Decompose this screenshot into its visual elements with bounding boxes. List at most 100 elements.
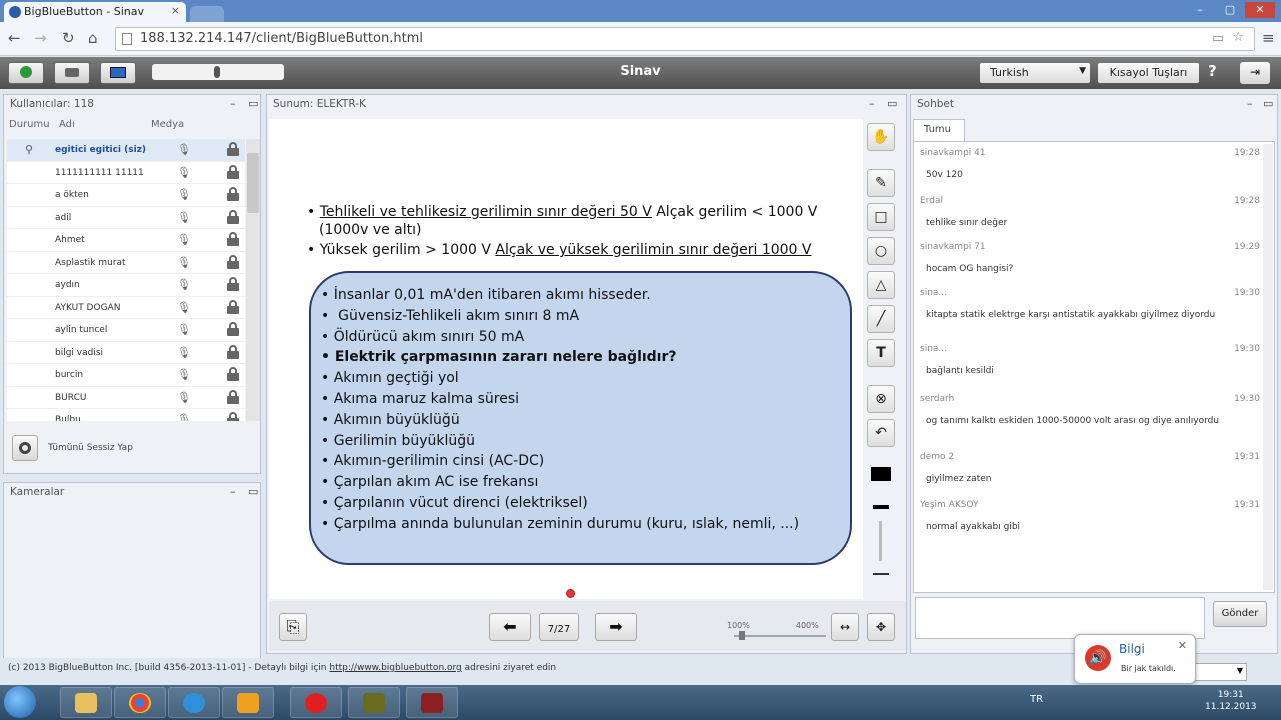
lock-icon[interactable] (227, 277, 239, 291)
microphone-icon[interactable]: 🎙 (177, 256, 191, 269)
chat-input[interactable] (915, 597, 1205, 639)
clear-board-icon[interactable]: ⊗ (867, 385, 895, 413)
ellipse-tool-icon[interactable]: ○ (867, 237, 895, 265)
text-tool-icon[interactable]: T (867, 339, 895, 367)
notification-balloon[interactable]: 🔊 Bilgi Bir jak takıldı. ✕ (1074, 634, 1196, 684)
user-row[interactable]: bilgi vadisi 🎙 (7, 342, 245, 364)
headset-button[interactable] (8, 62, 44, 84)
thickness-slider[interactable] (879, 521, 882, 561)
bookmark-star-icon[interactable]: ☆ (1232, 30, 1244, 45)
user-row[interactable]: BURCU 🎙 (7, 387, 245, 409)
user-row[interactable]: ⚲ egitici egitici (siz) 🎙 (7, 139, 245, 162)
browser-tab[interactable]: BigBlueButton - Sinav × (4, 2, 186, 22)
microphone-icon[interactable]: 🎙 (177, 233, 191, 246)
start-button[interactable] (4, 686, 36, 718)
cast-icon[interactable]: ▭ (1212, 31, 1224, 46)
new-tab-button[interactable] (190, 6, 224, 22)
user-row[interactable]: Ahmet 🎙 (7, 229, 245, 252)
upload-presentation-icon[interactable]: ⎘ (279, 613, 307, 641)
taskbar-ie[interactable] (168, 687, 220, 718)
user-row[interactable]: a ökten 🎙 (7, 184, 245, 207)
pan-hand-tool-icon[interactable]: ✋ (867, 123, 895, 151)
microphone-icon[interactable]: 🎙 (177, 143, 191, 156)
users-scroll-thumb[interactable] (247, 153, 259, 213)
undo-icon[interactable]: ↶ (867, 419, 895, 447)
user-row[interactable]: burcin 🎙 (7, 364, 245, 387)
minimize-icon[interactable]: – (869, 97, 875, 110)
microphone-icon[interactable]: 🎙 (177, 323, 191, 336)
page-number-button[interactable]: 7/27 (539, 613, 579, 641)
slide-canvas[interactable]: • Tehlikeli ve tehlikesiz gerilimin sını… (269, 119, 863, 599)
col-name[interactable]: Adı (59, 119, 75, 130)
reload-icon[interactable]: ↻ (62, 29, 75, 47)
lock-icon[interactable] (227, 209, 239, 224)
microphone-icon[interactable]: 🎙 (177, 346, 191, 359)
back-arrow-icon[interactable]: ← (8, 29, 21, 47)
window-maximize-button[interactable]: ▢ (1215, 2, 1245, 18)
microphone-icon[interactable]: 🎙 (177, 166, 191, 179)
home-icon[interactable]: ⌂ (88, 29, 98, 47)
microphone-icon[interactable]: 🎙 (177, 413, 191, 421)
user-row[interactable]: Asplastik murat 🎙 (7, 252, 245, 274)
lock-icon[interactable] (227, 299, 239, 314)
lock-icon[interactable] (227, 164, 239, 179)
tab-close-icon[interactable]: × (171, 4, 180, 17)
lock-icon[interactable] (227, 412, 239, 421)
address-bar[interactable]: 188.132.214.147/client/BigBlueButton.htm… (115, 27, 1255, 51)
menu-icon[interactable]: ≡ (1262, 29, 1275, 47)
zoom-slider-knob[interactable] (739, 631, 745, 640)
mic-level-bar[interactable] (152, 64, 284, 80)
taskbar-clock[interactable]: 19:31 11.12.2013 (1205, 689, 1257, 713)
user-row[interactable]: AYKUT DOGAN 🎙 (7, 297, 245, 319)
tray-language[interactable]: TR (1030, 694, 1043, 705)
lock-icon[interactable] (227, 389, 239, 404)
maximize-icon[interactable]: ▭ (1263, 97, 1273, 110)
lock-icon[interactable] (227, 344, 239, 359)
minimize-icon[interactable]: – (1247, 97, 1253, 110)
microphone-icon[interactable]: 🎙 (177, 368, 191, 381)
webcam-button[interactable] (54, 62, 90, 84)
next-slide-button[interactable]: ➡ (595, 613, 637, 641)
lock-icon[interactable] (227, 187, 239, 201)
logout-button[interactable]: ⇥ (1240, 62, 1270, 84)
maximize-icon[interactable]: ▭ (248, 485, 258, 498)
desktop-share-button[interactable] (100, 62, 136, 84)
user-row[interactable]: aylin tuncel 🎙 (7, 319, 245, 342)
fit-width-icon[interactable]: ↔ (831, 613, 859, 641)
window-minimize-button[interactable]: – (1185, 2, 1215, 18)
lock-icon[interactable] (227, 142, 239, 156)
shortcut-keys-button[interactable]: Kısayol Tuşları (1098, 63, 1199, 83)
user-row[interactable]: 1111111111 11111 🎙 (7, 162, 245, 184)
microphone-icon[interactable]: 🎙 (177, 301, 191, 314)
forward-arrow-icon[interactable]: → (34, 29, 47, 47)
lock-icon[interactable] (227, 232, 239, 246)
user-row[interactable]: Bulbu 🎙 (7, 409, 245, 421)
taskbar-chrome[interactable] (114, 687, 166, 718)
color-picker[interactable] (871, 467, 891, 481)
footer-link[interactable]: http://www.bigbluebutton.org (329, 663, 461, 673)
language-select[interactable]: Turkish ▼ (980, 63, 1090, 83)
taskbar-yandex[interactable] (290, 687, 342, 718)
microphone-icon[interactable]: 🎙 (177, 391, 191, 404)
triangle-tool-icon[interactable]: △ (867, 271, 895, 299)
pencil-tool-icon[interactable]: ✎ (867, 169, 895, 197)
microphone-icon[interactable]: 🎙 (177, 211, 191, 224)
maximize-icon[interactable]: ▭ (887, 97, 897, 110)
minimize-icon[interactable]: – (230, 97, 236, 110)
microphone-icon[interactable]: 🎙 (177, 188, 191, 201)
microphone-icon[interactable]: 🎙 (177, 278, 191, 291)
taskbar-app2[interactable] (406, 687, 458, 718)
minimize-icon[interactable]: – (230, 485, 236, 498)
help-button[interactable]: ? (1208, 62, 1217, 80)
send-button[interactable]: Gönder (1213, 601, 1267, 627)
zoom-slider-track[interactable] (734, 635, 826, 637)
maximize-icon[interactable]: ▭ (248, 97, 258, 110)
window-close-button[interactable]: ✕ (1245, 2, 1275, 18)
chat-scrollbar[interactable] (1263, 144, 1273, 590)
previous-slide-button[interactable]: ⬅ (489, 613, 531, 641)
lock-icon[interactable] (227, 367, 239, 381)
fit-page-icon[interactable]: ✥ (867, 613, 895, 641)
lock-icon[interactable] (227, 322, 239, 336)
mute-all-button[interactable] (12, 435, 38, 461)
taskbar-explorer[interactable] (60, 687, 112, 718)
